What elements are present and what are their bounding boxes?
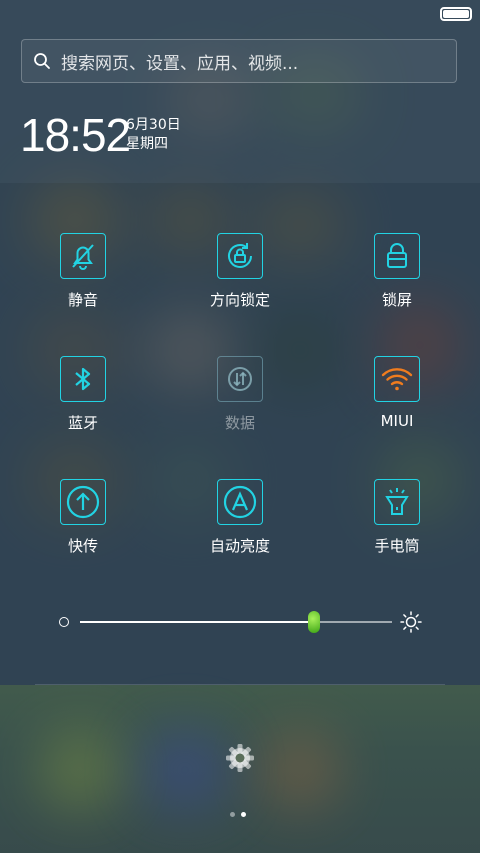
auto-brightness-icon bbox=[217, 479, 263, 525]
page-indicator bbox=[230, 812, 246, 817]
toggle-rotation-lock[interactable]: 方向锁定 bbox=[180, 233, 300, 310]
toggle-data-label: 数据 bbox=[224, 414, 255, 432]
toggle-wifi[interactable]: MIUI bbox=[337, 356, 457, 430]
settings-gear-icon[interactable] bbox=[224, 742, 256, 774]
toggle-flashlight[interactable]: 手电筒 bbox=[337, 479, 457, 556]
toggle-data[interactable]: 数据 bbox=[180, 356, 300, 433]
toggle-bluetooth-label: 蓝牙 bbox=[67, 414, 98, 432]
brightness-low-icon bbox=[59, 617, 69, 627]
lock-icon bbox=[374, 233, 420, 279]
flashlight-icon bbox=[374, 479, 420, 525]
search-icon bbox=[34, 53, 50, 69]
toggle-rotation-lock-label: 方向锁定 bbox=[209, 291, 270, 309]
toggle-flashlight-label: 手电筒 bbox=[374, 537, 420, 555]
divider bbox=[35, 684, 445, 685]
bell-off-icon bbox=[60, 233, 106, 279]
page-dot-active bbox=[241, 812, 246, 817]
rotation-lock-icon bbox=[217, 233, 263, 279]
battery-icon bbox=[440, 7, 472, 21]
data-arrows-icon bbox=[217, 356, 263, 402]
search-placeholder: 搜索网页、设置、应用、视频... bbox=[61, 53, 299, 74]
weekday-label: 星期四 bbox=[126, 136, 168, 152]
clock-date: 6月30日 星期四 bbox=[126, 116, 181, 154]
toggle-quick-transfer[interactable]: 快传 bbox=[23, 479, 143, 556]
toggle-mute-label: 静音 bbox=[67, 291, 98, 309]
toggle-lock-screen-label: 锁屏 bbox=[381, 291, 412, 309]
toggle-lock-screen[interactable]: 锁屏 bbox=[337, 233, 457, 310]
toggle-quick-transfer-label: 快传 bbox=[67, 537, 98, 555]
bluetooth-icon bbox=[60, 356, 106, 402]
toggle-auto-brightness-label: 自动亮度 bbox=[209, 537, 270, 555]
toggle-bluetooth[interactable]: 蓝牙 bbox=[23, 356, 143, 433]
toggle-auto-brightness[interactable]: 自动亮度 bbox=[180, 479, 300, 556]
brightness-track[interactable] bbox=[80, 621, 392, 623]
date-label: 6月30日 bbox=[126, 117, 181, 133]
brightness-thumb[interactable] bbox=[308, 611, 320, 633]
upload-icon bbox=[60, 479, 106, 525]
page-dot bbox=[230, 812, 235, 817]
wifi-icon bbox=[374, 356, 420, 402]
brightness-slider[interactable] bbox=[55, 608, 425, 636]
search-bar[interactable]: 搜索网页、设置、应用、视频... bbox=[21, 39, 457, 83]
toggle-wifi-label: MIUI bbox=[380, 412, 414, 430]
brightness-high-icon bbox=[400, 611, 422, 633]
toggle-mute[interactable]: 静音 bbox=[23, 233, 143, 310]
clock-time: 18:52 bbox=[20, 109, 131, 161]
